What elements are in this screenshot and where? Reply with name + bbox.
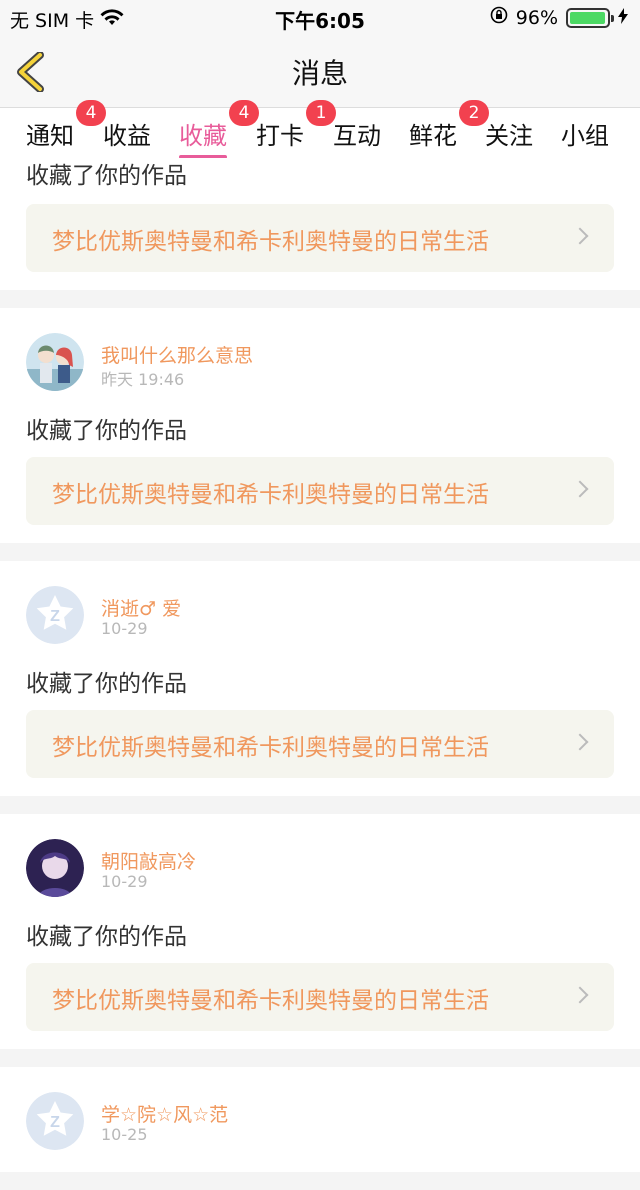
work-title: 梦比优斯奥特曼和希卡利奥特曼的日常生活 bbox=[52, 988, 489, 1014]
work-link[interactable]: 梦比优斯奥特曼和希卡利奥特曼的日常生活 bbox=[26, 710, 614, 778]
chevron-right-icon bbox=[571, 227, 589, 245]
unread-badge: 1 bbox=[306, 100, 336, 126]
message-time: 10-29 bbox=[101, 619, 148, 638]
action-text: 收藏了你的作品 bbox=[26, 163, 187, 189]
message-header: 朝阳敲高冷 10-29 bbox=[0, 814, 640, 919]
avatar[interactable]: Z bbox=[26, 1092, 84, 1150]
work-title: 梦比优斯奥特曼和希卡利奥特曼的日常生活 bbox=[52, 735, 489, 761]
work-link[interactable]: 梦比优斯奥特曼和希卡利奥特曼的日常生活 bbox=[26, 204, 614, 272]
unread-badge: 4 bbox=[76, 100, 106, 126]
tab-7[interactable]: 小组 bbox=[561, 116, 609, 151]
message-card: Z 消逝♂ 爱 10-29 收藏了你的作品梦比优斯奥特曼和希卡利奥特曼的日常生活 bbox=[0, 561, 640, 796]
message-time: 10-25 bbox=[101, 1125, 148, 1144]
tab-5[interactable]: 鲜花 2 bbox=[409, 100, 489, 151]
message-list: 收藏了你的作品 梦比优斯奥特曼和希卡利奥特曼的日常生活 我叫什么那么意思昨天 1… bbox=[0, 158, 640, 1190]
battery-percent: 96% bbox=[515, 6, 558, 29]
avatar[interactable]: Z bbox=[26, 586, 84, 644]
message-header: Z 学☆院☆风☆范 10-25 bbox=[0, 1067, 640, 1172]
status-bar: 无 SIM 卡 下午6:05 96% bbox=[0, 0, 640, 34]
charging-icon bbox=[618, 7, 628, 29]
tab-0[interactable]: 通知 4 bbox=[26, 100, 106, 151]
work-title: 梦比优斯奥特曼和希卡利奥特曼的日常生活 bbox=[52, 482, 489, 508]
message-time: 昨天 19:46 bbox=[101, 370, 185, 389]
category-tabs: 通知 4 收益 收藏 4 打卡 1 互动 鲜花 2 关注 小组 bbox=[0, 100, 640, 159]
page-title: 消息 bbox=[291, 57, 348, 90]
user-name[interactable]: 学☆院☆风☆范 bbox=[101, 1100, 228, 1127]
tab-1[interactable]: 收益 bbox=[103, 116, 151, 151]
svg-text:Z: Z bbox=[50, 608, 60, 625]
user-name[interactable]: 我叫什么那么意思 bbox=[101, 341, 253, 368]
battery-group: 96% bbox=[490, 6, 628, 29]
work-link[interactable]: 梦比优斯奥特曼和希卡利奥特曼的日常生活 bbox=[26, 963, 614, 1031]
battery-icon bbox=[566, 7, 614, 28]
tab-label: 收藏 bbox=[179, 122, 227, 150]
tab-label: 互动 bbox=[333, 122, 381, 150]
user-name[interactable]: 朝阳敲高冷 bbox=[101, 847, 196, 874]
tab-label: 打卡 bbox=[256, 122, 304, 150]
tab-label: 收益 bbox=[103, 122, 151, 150]
tab-label: 关注 bbox=[485, 122, 533, 150]
action-text: 收藏了你的作品 bbox=[26, 924, 187, 950]
work-link[interactable]: 梦比优斯奥特曼和希卡利奥特曼的日常生活 bbox=[26, 457, 614, 525]
message-time: 10-29 bbox=[101, 872, 148, 891]
avatar[interactable] bbox=[26, 333, 84, 391]
tab-label: 小组 bbox=[561, 122, 609, 150]
message-card: 收藏了你的作品 梦比优斯奥特曼和希卡利奥特曼的日常生活 bbox=[0, 158, 640, 290]
tab-label: 通知 bbox=[26, 122, 74, 150]
action-text: 收藏了你的作品 bbox=[26, 418, 187, 444]
message-header: Z 消逝♂ 爱 10-29 bbox=[0, 561, 640, 666]
svg-text:Z: Z bbox=[50, 1114, 60, 1131]
chevron-right-icon bbox=[571, 480, 589, 498]
message-card: 我叫什么那么意思昨天 19:46 收藏了你的作品梦比优斯奥特曼和希卡利奥特曼的日常… bbox=[0, 308, 640, 543]
chevron-right-icon bbox=[571, 733, 589, 751]
user-name[interactable]: 消逝♂ 爱 bbox=[101, 594, 181, 621]
tab-4[interactable]: 互动 bbox=[333, 116, 381, 151]
tab-label: 鲜花 bbox=[409, 122, 457, 150]
tab-6[interactable]: 关注 bbox=[485, 116, 533, 151]
message-header: 我叫什么那么意思昨天 19:46 bbox=[0, 308, 640, 413]
unread-badge: 4 bbox=[229, 100, 259, 126]
tab-2[interactable]: 收藏 4 bbox=[179, 100, 259, 159]
avatar[interactable] bbox=[26, 839, 84, 897]
chevron-right-icon bbox=[571, 986, 589, 1004]
work-title: 梦比优斯奥特曼和希卡利奥特曼的日常生活 bbox=[52, 229, 489, 255]
tab-3[interactable]: 打卡 1 bbox=[256, 100, 336, 151]
message-card: Z 学☆院☆风☆范 10-25 bbox=[0, 1067, 640, 1172]
nav-bar: 消息 bbox=[0, 34, 640, 108]
message-card: 朝阳敲高冷 10-29 收藏了你的作品梦比优斯奥特曼和希卡利奥特曼的日常生活 bbox=[0, 814, 640, 1049]
action-text: 收藏了你的作品 bbox=[26, 671, 187, 697]
orientation-lock-icon bbox=[490, 6, 508, 29]
